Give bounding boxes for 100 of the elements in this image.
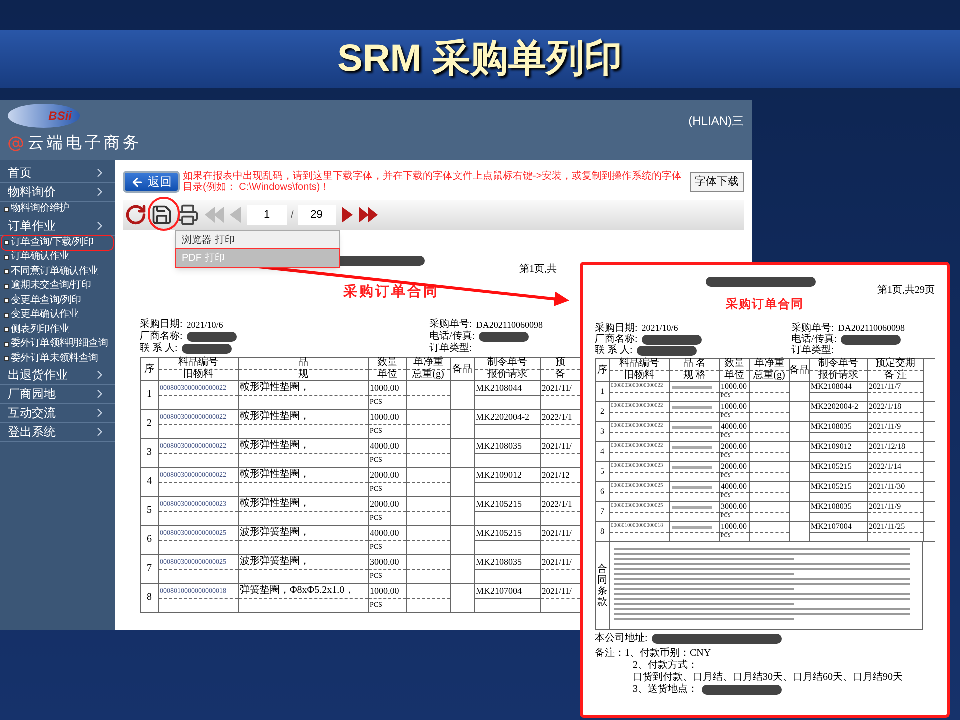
table-cell: 6 [600,488,606,496]
table-cell: MK2202004-2 [475,412,530,422]
menu-item[interactable]: 浏览器 打印 [176,231,339,249]
sidebar-subitem[interactable]: 变更单查询/列印 [2,294,113,308]
column-header: 备 [554,370,566,380]
column-header: 预定交期 [868,359,923,370]
next-page-icon[interactable] [340,206,354,224]
sidebar-subitem[interactable]: 侧表列印作业 [2,322,113,337]
table-cell: MK2108044 [810,383,853,391]
back-button[interactable]: 返回 [123,171,180,193]
address-label: 本公司地址: [595,634,648,644]
table-cell: MK2105215 [475,500,524,508]
field-value: 2021/10/6 [186,320,224,330]
page-total: 29 [298,205,336,225]
save-icon[interactable] [151,204,173,226]
table-cell: 2021/12/18 [868,443,906,451]
table-cell: MK2105215 [475,528,524,538]
page-separator: / [291,208,294,222]
clauses-label: 合同条款 [598,564,608,608]
table-cell: 3000.00 [369,558,400,566]
table-cell: 3 [146,448,153,458]
table-cell: MK2105215 [810,463,853,471]
table-cell: MK2108044 [475,384,524,392]
table-cell: MK2107004 [475,586,524,596]
column-header: 备品 [790,364,809,378]
slide-title: SRM 采购单列印 [338,36,622,82]
field-label: 电话/传真: [430,332,476,342]
table-cell: 2000.00 [369,500,400,508]
table-cell: 4 [600,448,606,456]
note-line: 备注：1、付款币别：CNY [595,649,712,659]
logo-text: BSii [48,108,72,125]
redaction-bar [186,332,237,342]
table-cell: 1 [600,388,606,396]
column-header: 规 格 [682,370,707,381]
table-cell: 2 [600,408,606,416]
sidebar-subitem[interactable]: 变更单确认作业 [2,308,113,322]
table-cell: 1000.00 [369,384,400,392]
field-label: 厂商名称: [595,334,638,344]
bullet-icon [4,298,9,304]
table-cell: MK2109012 [810,443,853,451]
table-cell: 8 [146,593,153,603]
field-label: 订单类型: [430,344,472,354]
sidebar-subitem[interactable]: 不同意订单确认作业 [2,264,113,279]
bullet-icon [4,206,9,212]
column-header: 品 [239,358,368,370]
column-header: 数量 [720,359,749,370]
note-line: 3、送货地点： [633,685,698,695]
bullet-icon [4,327,9,332]
spec-text-drawing [672,446,712,448]
table-cell: 1000.00 [369,412,400,422]
table-cell: 1000.00 [369,586,400,596]
font-download-button[interactable]: 字体下载 [690,172,744,192]
table-cell: 1000.00 [720,523,748,531]
sidebar-subitem[interactable]: 委外订单领料明细查询 [2,337,113,352]
redaction-bar [642,334,702,344]
sidebar-subitem[interactable]: 订单查询/下载/列印 [2,236,113,250]
table-cell: 2021/11/30 [868,483,906,491]
field-label: 联 系 人: [140,344,178,354]
field-label: 电话/传真: [792,334,838,344]
last-page-icon[interactable] [358,206,380,224]
column-header: 总重(g) [412,370,446,380]
table-cell: 2021/11/ [541,528,573,538]
column-header: 总重(g) [752,370,786,381]
table-cell: 3000.00 [720,503,748,511]
table-cell: 弹簧垫圈，Φ8xΦ5.2x1.0， [239,586,356,596]
table-cell: 6 [146,535,153,545]
redaction-bar [182,344,232,354]
table-cell: 4000.00 [720,423,748,431]
table-cell: 2000.00 [369,470,400,480]
field-label: 联 系 人: [595,346,633,356]
column-header: 报价请求 [486,370,528,380]
bullet-icon [4,284,9,289]
table-cell: 1 [146,390,153,400]
table-cell: MK2109012 [475,470,524,480]
sidebar-subitem[interactable]: 委外订单未领料查询 [2,352,113,366]
table-cell: MK2108035 [810,423,853,431]
table-cell: 2021/11/ [541,442,573,450]
column-header: 旧物料 [182,370,214,380]
table-cell: 4000.00 [720,483,748,491]
table-cell: 4000.00 [369,442,400,450]
sidebar-subitem[interactable]: 订单确认作业 [2,250,113,264]
table-cell: 2021/11/25 [868,523,906,531]
refresh-icon[interactable] [125,204,147,226]
note-line: 2、付款方式： [633,661,698,671]
column-header: 单位 [724,370,746,381]
table-cell: MK2108035 [475,558,524,566]
table-cell: 5 [146,506,153,516]
page-input[interactable]: 1 [247,205,287,225]
document-title: 采购订单合同 [726,296,804,313]
bullet-icon [4,254,9,260]
brand-name: 云端电子商务 [28,134,142,154]
sidebar-subitem[interactable]: 逾期未交查询/打印 [2,279,113,294]
note-line: 口货到付款、口月结、口月结30天、口月结60天、口月结90天 [633,673,903,683]
print-icon[interactable] [177,204,199,226]
page-info: 第1页,共29页 [878,284,935,298]
table-cell: 2 [146,419,153,429]
redaction-bar [479,332,530,342]
column-header: 备品 [452,362,474,376]
sidebar-subitem[interactable]: 物料询价维护 [2,202,113,216]
table-cell: 1000.00 [720,403,748,411]
